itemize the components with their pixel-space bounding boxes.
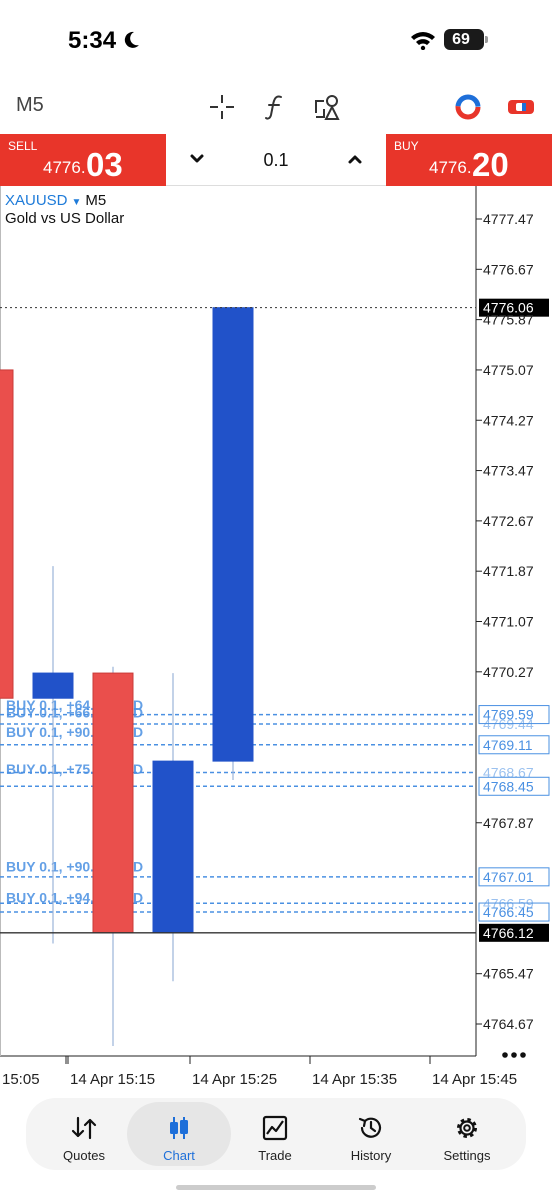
crosshair-icon[interactable] [206,91,238,123]
chart-icon [170,1117,188,1139]
chevron-up-icon[interactable] [344,148,366,170]
history-icon [358,1117,382,1138]
buy-price-prefix: 4776. [429,158,472,177]
battery-tip [485,36,488,43]
wifi-icon [411,32,435,50]
nav-history[interactable]: History [323,1102,419,1166]
chevron-down-icon[interactable] [186,148,208,170]
time-label: 14 Apr 15:35 [312,1071,397,1088]
symbol-timeframe: M5 [85,192,107,209]
price-tick-label: 4765.47 [483,966,534,982]
time-label: 14 Apr 15:15 [70,1071,155,1088]
buy-price-digits: 20 [472,146,509,183]
settings-icon [457,1118,477,1138]
function-icon[interactable] [259,91,291,123]
price-tick-label: 4771.07 [483,614,534,630]
sell-price-prefix: 4776. [43,158,86,177]
nav-chart[interactable]: Chart [127,1102,231,1166]
nav-quotes[interactable]: Quotes [36,1102,132,1166]
price-chart[interactable]: BUY 0.1, +64.20 USD BUY 0.1, +66.20 USD BU… [0,186,552,1098]
time-label: 15:05 [2,1071,40,1088]
nav-history-label: History [350,1148,392,1163]
sell-price-digits: 03 [86,146,123,183]
timeframe-button[interactable]: M5 [16,94,44,117]
battery-indicator: 69 [444,29,488,50]
nav-trade[interactable]: Trade [227,1102,323,1166]
order-price-label-partial: 4769.44 [483,716,534,732]
order-price-label: 4768.45 [483,778,534,794]
symbol-name[interactable]: XAUUSD [5,192,68,209]
symbol-dropdown-icon[interactable]: ▼ [72,197,82,208]
time-label: 14 Apr 15:25 [192,1071,277,1088]
battery-level: 69 [452,31,470,48]
status-bar: 5:34 69 [0,0,552,80]
status-time: 5:34 [68,27,117,54]
order-price-label: 4769.11 [483,737,533,753]
candle-body [32,672,74,699]
order-price-label-partial: 4768.67 [483,764,534,780]
account-icon[interactable] [452,91,484,123]
moon-icon [124,31,139,48]
candle-body [212,307,254,762]
sell-label: SELL [8,139,38,153]
symbol-description: Gold vs US Dollar [5,210,125,227]
time-label: 14 Apr 15:45 [432,1071,517,1088]
price-tick-label: 4764.67 [483,1016,534,1032]
nav-quotes-label: Quotes [63,1148,105,1163]
lot-size-control: 0.1 [166,134,386,186]
price-levels: 4776.064766.124769.594769.114768.454767.… [0,298,550,942]
nav-chart-label: Chart [163,1148,195,1163]
price-tick-label: 4772.67 [483,513,534,529]
price-tick-label: 4777.47 [483,211,534,227]
price-tick-label: 4770.27 [483,664,534,680]
trade-icon [262,1115,288,1141]
price-tick-label: 4767.87 [483,815,534,831]
candle-body [152,760,194,934]
quotes-icon [71,1116,97,1140]
trade-panel-icon[interactable] [505,91,537,123]
nav-trade-label: Trade [258,1148,292,1163]
price-tick-label: 4775.87 [483,312,534,328]
more-icon[interactable] [500,1048,528,1062]
candle-body [0,369,14,699]
bottom-navigation: Quotes Chart Trade History Settings [26,1098,526,1170]
candles [0,307,254,1047]
one-click-trade-bar: SELL 4776. 03 0.1 BUY 4776. 20 [0,134,552,186]
price-tick-label: 4771.87 [483,563,534,579]
sell-button[interactable]: SELL 4776. 03 [0,134,166,186]
nav-settings-label: Settings [443,1148,491,1163]
nav-settings[interactable]: Settings [419,1102,515,1166]
lot-size-value[interactable]: 0.1 [236,150,316,171]
price-tick-label: 4776.67 [483,261,534,277]
price-tick-label: 4775.07 [483,362,534,378]
home-indicator [176,1185,376,1190]
order-price-label: 4767.01 [483,869,534,885]
buy-label: BUY [394,139,419,153]
order-price-label-partial: 4766.59 [483,895,534,911]
objects-icon[interactable] [312,91,344,123]
time-axis: 15:05 14 Apr 15:15 14 Apr 15:25 14 Apr 15:3… [2,1056,517,1088]
chart-toolbar: M5 [0,80,552,134]
buy-button[interactable]: BUY 4776. 20 [386,134,552,186]
candle-body [92,672,134,934]
price-tick-label: 4773.47 [483,463,534,479]
candlestick-chart[interactable]: BUY 0.1, +64.20 USDBUY 0.1, +66.20 USDBU… [0,186,552,1098]
price-level-label: 4766.12 [483,925,534,941]
symbol-header[interactable]: XAUUSD ▼ M5 [5,192,106,209]
price-tick-label: 4774.27 [483,412,534,428]
